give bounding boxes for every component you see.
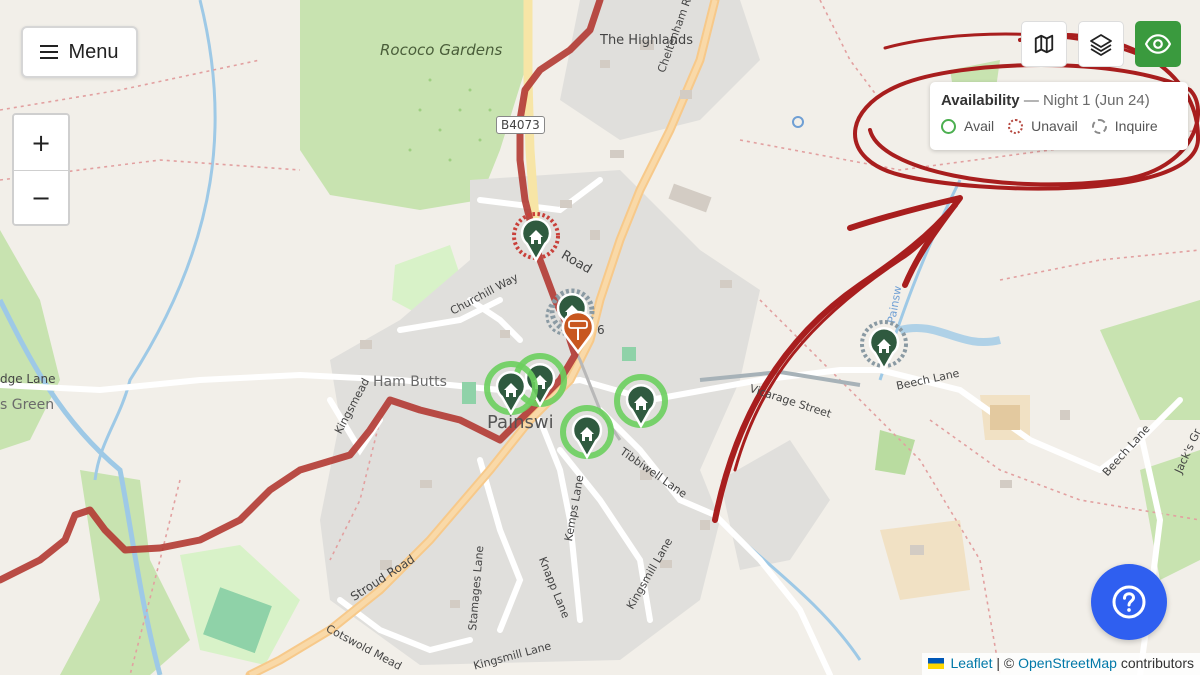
avail-ring-icon xyxy=(941,118,956,134)
layers-icon xyxy=(1090,34,1112,56)
map-label-s-green: s Green xyxy=(0,397,55,413)
legend-items: Avail Unavail Inquire xyxy=(941,118,1177,134)
map-label-edge-lane: dge Lane xyxy=(0,372,56,386)
unavail-ring-icon xyxy=(1008,118,1024,134)
map-label-rococo-gardens: Rococo Gardens xyxy=(380,41,503,59)
legend-item-inquire: Inquire xyxy=(1091,118,1158,134)
availability-legend: Availability — Night 1 (Jun 24) Avail Un… xyxy=(930,82,1188,150)
availability-toggle-button[interactable] xyxy=(1135,21,1181,67)
openstreetmap-link[interactable]: OpenStreetMap xyxy=(1018,655,1117,671)
menu-label: Menu xyxy=(68,40,119,63)
help-button[interactable] xyxy=(1091,564,1167,640)
map-style-button[interactable] xyxy=(1021,21,1067,67)
legend-item-unavail: Unavail xyxy=(1008,118,1078,134)
zoom-in-button[interactable]: + xyxy=(14,115,68,170)
map-label-road-number: 6 xyxy=(597,323,605,337)
eye-icon xyxy=(1145,34,1171,54)
legend-title: Availability — Night 1 (Jun 24) xyxy=(941,92,1177,109)
map-attribution: Leaflet | © OpenStreetMap contributors xyxy=(921,653,1200,675)
ukraine-flag-icon xyxy=(927,658,944,669)
legend-title-main: Availability xyxy=(941,92,1020,109)
layers-button[interactable] xyxy=(1078,21,1124,67)
legend-label-unavail: Unavail xyxy=(1031,118,1078,134)
zoom-control: + − xyxy=(12,113,70,226)
legend-label-avail: Avail xyxy=(964,118,995,134)
hamburger-icon xyxy=(40,45,59,59)
legend-item-avail: Avail xyxy=(941,118,994,134)
map-label-painswick: Painswi xyxy=(487,412,554,433)
zoom-out-button[interactable]: − xyxy=(14,170,68,224)
leaflet-link[interactable]: Leaflet xyxy=(950,655,992,671)
attribution-separator: | © xyxy=(996,655,1015,671)
road-shield-b4073: B4073 xyxy=(496,116,545,134)
inquire-ring-icon xyxy=(1091,118,1107,134)
legend-subtitle: — Night 1 (Jun 24) xyxy=(1023,92,1150,109)
map-label-ham-butts: Ham Butts xyxy=(373,374,447,390)
menu-button[interactable]: Menu xyxy=(21,26,138,78)
question-icon xyxy=(1112,585,1146,619)
legend-label-inquire: Inquire xyxy=(1114,118,1158,134)
attribution-suffix: contributors xyxy=(1120,655,1194,671)
map-icon xyxy=(1034,34,1054,54)
